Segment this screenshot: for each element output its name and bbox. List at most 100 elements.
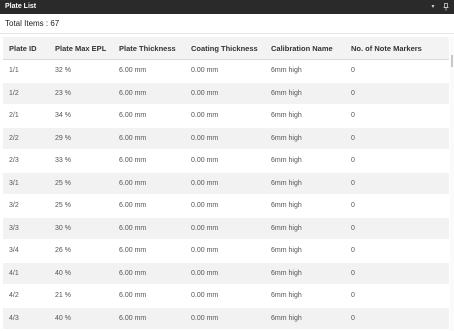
- cell-plate-thickness: 6.00 mm: [113, 172, 185, 195]
- cell-calibration-name: 6mm high: [265, 194, 345, 218]
- cell-note-markers: 0: [345, 59, 449, 83]
- cell-plate-id: 4/3: [3, 307, 49, 330]
- titlebar-controls: ▾: [429, 0, 450, 14]
- cell-calibration-name: 6mm high: [265, 149, 345, 173]
- total-items-label: Total Items : 67: [5, 19, 60, 28]
- cell-plate-max-epl: 32 %: [49, 59, 113, 83]
- cell-plate-id: 1/2: [3, 82, 49, 105]
- cell-plate-max-epl: 26 %: [49, 239, 113, 263]
- cell-coating-thickness: 0.00 mm: [185, 127, 265, 150]
- pin-icon[interactable]: [442, 2, 450, 12]
- cell-coating-thickness: 0.00 mm: [185, 217, 265, 240]
- cell-calibration-name: 6mm high: [265, 307, 345, 330]
- cell-coating-thickness: 0.00 mm: [185, 82, 265, 105]
- dropdown-arrow-icon[interactable]: ▾: [429, 2, 437, 12]
- table-row[interactable]: 2/2 29 % 6.00 mm 0.00 mm 6mm high 0: [3, 127, 449, 150]
- plate-table: Plate ID Plate Max EPL Plate Thickness Coat…: [3, 37, 449, 330]
- cell-plate-thickness: 6.00 mm: [113, 239, 185, 263]
- cell-coating-thickness: 0.00 mm: [185, 172, 265, 195]
- cell-plate-max-epl: 25 %: [49, 172, 113, 195]
- cell-plate-id: 3/1: [3, 172, 49, 195]
- cell-plate-max-epl: 30 %: [49, 217, 113, 240]
- table-row[interactable]: 4/3 40 % 6.00 mm 0.00 mm 6mm high 0: [3, 307, 449, 330]
- header-row: Plate ID Plate Max EPL Plate Thickness Coat…: [3, 37, 449, 60]
- cell-note-markers: 0: [345, 217, 449, 240]
- cell-plate-thickness: 6.00 mm: [113, 307, 185, 330]
- cell-calibration-name: 6mm high: [265, 104, 345, 128]
- scrollbar-thumb[interactable]: [451, 55, 453, 67]
- cell-note-markers: 0: [345, 127, 449, 150]
- cell-plate-thickness: 6.00 mm: [113, 194, 185, 218]
- cell-plate-id: 4/2: [3, 284, 49, 308]
- plate-grid: Plate ID Plate Max EPL Plate Thickness Coat…: [3, 37, 449, 331]
- cell-plate-max-epl: 21 %: [49, 284, 113, 308]
- cell-plate-id: 3/2: [3, 194, 49, 218]
- cell-coating-thickness: 0.00 mm: [185, 262, 265, 285]
- cell-note-markers: 0: [345, 104, 449, 128]
- column-header-coating-thickness[interactable]: Coating Thickness: [185, 37, 265, 60]
- cell-note-markers: 0: [345, 307, 449, 330]
- cell-coating-thickness: 0.00 mm: [185, 194, 265, 218]
- cell-plate-thickness: 6.00 mm: [113, 82, 185, 105]
- cell-note-markers: 0: [345, 239, 449, 263]
- cell-plate-thickness: 6.00 mm: [113, 59, 185, 83]
- cell-calibration-name: 6mm high: [265, 239, 345, 263]
- cell-plate-id: 2/1: [3, 104, 49, 128]
- cell-plate-max-epl: 23 %: [49, 82, 113, 105]
- column-header-calibration-name[interactable]: Calibration Name: [265, 37, 345, 60]
- cell-plate-id: 4/1: [3, 262, 49, 285]
- column-header-note-markers[interactable]: No. of Note Markers: [345, 37, 449, 60]
- cell-plate-max-epl: 34 %: [49, 104, 113, 128]
- table-row[interactable]: 2/3 33 % 6.00 mm 0.00 mm 6mm high 0: [3, 149, 449, 173]
- panel-title: Plate List: [5, 3, 37, 10]
- table-row[interactable]: 3/4 26 % 6.00 mm 0.00 mm 6mm high 0: [3, 239, 449, 263]
- table-row[interactable]: 4/2 21 % 6.00 mm 0.00 mm 6mm high 0: [3, 284, 449, 308]
- cell-coating-thickness: 0.00 mm: [185, 307, 265, 330]
- cell-calibration-name: 6mm high: [265, 217, 345, 240]
- cell-plate-max-epl: 29 %: [49, 127, 113, 150]
- cell-plate-id: 2/2: [3, 127, 49, 150]
- table-row[interactable]: 3/3 30 % 6.00 mm 0.00 mm 6mm high 0: [3, 217, 449, 240]
- cell-note-markers: 0: [345, 172, 449, 195]
- cell-plate-max-epl: 33 %: [49, 149, 113, 173]
- cell-plate-id: 3/3: [3, 217, 49, 240]
- cell-coating-thickness: 0.00 mm: [185, 239, 265, 263]
- table-row[interactable]: 1/2 23 % 6.00 mm 0.00 mm 6mm high 0: [3, 82, 449, 105]
- cell-calibration-name: 6mm high: [265, 59, 345, 83]
- total-items-bar: Total Items : 67: [0, 14, 454, 34]
- cell-plate-id: 1/1: [3, 59, 49, 83]
- cell-plate-max-epl: 25 %: [49, 194, 113, 218]
- cell-plate-max-epl: 40 %: [49, 262, 113, 285]
- table-row[interactable]: 3/2 25 % 6.00 mm 0.00 mm 6mm high 0: [3, 194, 449, 218]
- cell-plate-thickness: 6.00 mm: [113, 127, 185, 150]
- vertical-scrollbar[interactable]: [450, 37, 454, 331]
- cell-calibration-name: 6mm high: [265, 172, 345, 195]
- cell-coating-thickness: 0.00 mm: [185, 104, 265, 128]
- cell-plate-thickness: 6.00 mm: [113, 217, 185, 240]
- cell-calibration-name: 6mm high: [265, 82, 345, 105]
- cell-plate-max-epl: 40 %: [49, 307, 113, 330]
- cell-coating-thickness: 0.00 mm: [185, 149, 265, 173]
- cell-plate-id: 2/3: [3, 149, 49, 173]
- cell-plate-id: 3/4: [3, 239, 49, 263]
- cell-calibration-name: 6mm high: [265, 127, 345, 150]
- cell-plate-thickness: 6.00 mm: [113, 104, 185, 128]
- column-header-plate-max-epl[interactable]: Plate Max EPL: [49, 37, 113, 60]
- table-row[interactable]: 2/1 34 % 6.00 mm 0.00 mm 6mm high 0: [3, 104, 449, 128]
- cell-note-markers: 0: [345, 82, 449, 105]
- table-row[interactable]: 1/1 32 % 6.00 mm 0.00 mm 6mm high 0: [3, 59, 449, 83]
- plate-list-panel: Plate List ▾ Total Items : 67 Plate ID Pl…: [0, 0, 454, 331]
- panel-titlebar: Plate List ▾: [0, 0, 454, 14]
- table-row[interactable]: 4/1 40 % 6.00 mm 0.00 mm 6mm high 0: [3, 262, 449, 285]
- column-header-plate-thickness[interactable]: Plate Thickness: [113, 37, 185, 60]
- cell-note-markers: 0: [345, 194, 449, 218]
- cell-calibration-name: 6mm high: [265, 284, 345, 308]
- column-header-plate-id[interactable]: Plate ID: [3, 37, 49, 60]
- cell-note-markers: 0: [345, 262, 449, 285]
- cell-plate-thickness: 6.00 mm: [113, 284, 185, 308]
- table-row[interactable]: 3/1 25 % 6.00 mm 0.00 mm 6mm high 0: [3, 172, 449, 195]
- cell-note-markers: 0: [345, 284, 449, 308]
- cell-plate-thickness: 6.00 mm: [113, 149, 185, 173]
- cell-coating-thickness: 0.00 mm: [185, 284, 265, 308]
- cell-note-markers: 0: [345, 149, 449, 173]
